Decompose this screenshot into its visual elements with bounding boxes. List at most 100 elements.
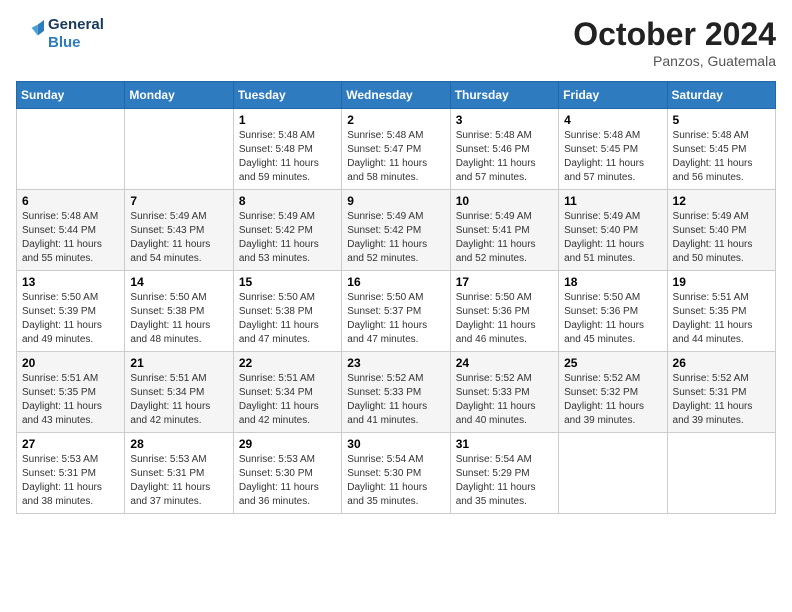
table-row: 5 Sunrise: 5:48 AM Sunset: 5:45 PM Daylig… [667,109,775,190]
day-number: 25 [564,356,661,370]
day-number: 12 [673,194,770,208]
day-info: Sunrise: 5:50 AM Sunset: 5:39 PM Dayligh… [22,291,119,347]
day-number: 15 [239,275,336,289]
day-info: Sunrise: 5:50 AM Sunset: 5:36 PM Dayligh… [564,291,661,347]
title-section: October 2024 Panzos, Guatemala [573,16,776,69]
day-number: 26 [673,356,770,370]
day-info: Sunrise: 5:48 AM Sunset: 5:44 PM Dayligh… [22,210,119,266]
day-number: 18 [564,275,661,289]
table-row: 1 Sunrise: 5:48 AM Sunset: 5:48 PM Daylig… [233,109,341,190]
day-info: Sunrise: 5:50 AM Sunset: 5:38 PM Dayligh… [130,291,227,347]
logo: General Blue [16,16,104,52]
table-row: 30 Sunrise: 5:54 AM Sunset: 5:30 PM Dayli… [342,433,450,514]
calendar-week-1: 1 Sunrise: 5:48 AM Sunset: 5:48 PM Daylig… [17,109,776,190]
header-friday: Friday [559,82,667,109]
table-row: 24 Sunrise: 5:52 AM Sunset: 5:33 PM Dayli… [450,352,558,433]
day-number: 19 [673,275,770,289]
day-info: Sunrise: 5:48 AM Sunset: 5:48 PM Dayligh… [239,129,336,185]
day-number: 13 [22,275,119,289]
calendar-week-4: 20 Sunrise: 5:51 AM Sunset: 5:35 PM Dayli… [17,352,776,433]
day-info: Sunrise: 5:54 AM Sunset: 5:30 PM Dayligh… [347,453,444,509]
table-row [125,109,233,190]
table-row: 29 Sunrise: 5:53 AM Sunset: 5:30 PM Dayli… [233,433,341,514]
header-thursday: Thursday [450,82,558,109]
day-info: Sunrise: 5:48 AM Sunset: 5:46 PM Dayligh… [456,129,553,185]
day-info: Sunrise: 5:53 AM Sunset: 5:31 PM Dayligh… [130,453,227,509]
header-monday: Monday [125,82,233,109]
day-info: Sunrise: 5:50 AM Sunset: 5:38 PM Dayligh… [239,291,336,347]
table-row: 18 Sunrise: 5:50 AM Sunset: 5:36 PM Dayli… [559,271,667,352]
day-number: 31 [456,437,553,451]
table-row [559,433,667,514]
table-row: 12 Sunrise: 5:49 AM Sunset: 5:40 PM Dayli… [667,190,775,271]
day-info: Sunrise: 5:48 AM Sunset: 5:45 PM Dayligh… [564,129,661,185]
day-number: 30 [347,437,444,451]
table-row: 25 Sunrise: 5:52 AM Sunset: 5:32 PM Dayli… [559,352,667,433]
table-row: 17 Sunrise: 5:50 AM Sunset: 5:36 PM Dayli… [450,271,558,352]
day-number: 5 [673,113,770,127]
calendar-week-3: 13 Sunrise: 5:50 AM Sunset: 5:39 PM Dayli… [17,271,776,352]
day-number: 16 [347,275,444,289]
day-info: Sunrise: 5:50 AM Sunset: 5:37 PM Dayligh… [347,291,444,347]
day-number: 3 [456,113,553,127]
location-subtitle: Panzos, Guatemala [573,53,776,69]
header-sunday: Sunday [17,82,125,109]
day-number: 21 [130,356,227,370]
day-number: 17 [456,275,553,289]
day-number: 7 [130,194,227,208]
header-wednesday: Wednesday [342,82,450,109]
table-row: 13 Sunrise: 5:50 AM Sunset: 5:39 PM Dayli… [17,271,125,352]
header-saturday: Saturday [667,82,775,109]
table-row: 26 Sunrise: 5:52 AM Sunset: 5:31 PM Dayli… [667,352,775,433]
day-info: Sunrise: 5:51 AM Sunset: 5:35 PM Dayligh… [22,372,119,428]
month-year-title: October 2024 [573,16,776,53]
day-number: 20 [22,356,119,370]
table-row: 23Sunrise: 5:52 AM Sunset: 5:33 PM Dayli… [342,352,450,433]
table-row: 8Sunrise: 5:49 AM Sunset: 5:42 PM Daylig… [233,190,341,271]
day-number: 1 [239,113,336,127]
table-row: 20 Sunrise: 5:51 AM Sunset: 5:35 PM Dayli… [17,352,125,433]
day-number: 4 [564,113,661,127]
day-info: Sunrise: 5:49 AM Sunset: 5:41 PM Dayligh… [456,210,553,266]
day-info: Sunrise: 5:50 AM Sunset: 5:36 PM Dayligh… [456,291,553,347]
day-info: Sunrise: 5:49 AM Sunset: 5:40 PM Dayligh… [673,210,770,266]
table-row: 16 Sunrise: 5:50 AM Sunset: 5:37 PM Dayli… [342,271,450,352]
logo-text: General Blue [48,16,104,52]
calendar-week-2: 6 Sunrise: 5:48 AM Sunset: 5:44 PM Daylig… [17,190,776,271]
table-row: 2 Sunrise: 5:48 AM Sunset: 5:47 PM Daylig… [342,109,450,190]
day-number: 28 [130,437,227,451]
day-info: Sunrise: 5:52 AM Sunset: 5:33 PM Dayligh… [456,372,553,428]
day-number: 8 [239,194,336,208]
day-info: Sunrise: 5:48 AM Sunset: 5:47 PM Dayligh… [347,129,444,185]
calendar-week-5: 27Sunrise: 5:53 AM Sunset: 5:31 PM Dayli… [17,433,776,514]
page-header: General Blue October 2024 Panzos, Guatem… [16,16,776,69]
day-info: Sunrise: 5:49 AM Sunset: 5:42 PM Dayligh… [347,210,444,266]
day-info: Sunrise: 5:48 AM Sunset: 5:45 PM Dayligh… [673,129,770,185]
table-row: 19Sunrise: 5:51 AM Sunset: 5:35 PM Dayli… [667,271,775,352]
day-number: 29 [239,437,336,451]
header-tuesday: Tuesday [233,82,341,109]
table-row: 22Sunrise: 5:51 AM Sunset: 5:34 PM Dayli… [233,352,341,433]
table-row: 11Sunrise: 5:49 AM Sunset: 5:40 PM Dayli… [559,190,667,271]
table-row: 27Sunrise: 5:53 AM Sunset: 5:31 PM Dayli… [17,433,125,514]
table-row: 14 Sunrise: 5:50 AM Sunset: 5:38 PM Dayli… [125,271,233,352]
table-row [17,109,125,190]
table-row: 6 Sunrise: 5:48 AM Sunset: 5:44 PM Daylig… [17,190,125,271]
table-row: 4 Sunrise: 5:48 AM Sunset: 5:45 PM Daylig… [559,109,667,190]
table-row: 21Sunrise: 5:51 AM Sunset: 5:34 PM Dayli… [125,352,233,433]
day-number: 10 [456,194,553,208]
day-info: Sunrise: 5:49 AM Sunset: 5:40 PM Dayligh… [564,210,661,266]
day-number: 22 [239,356,336,370]
day-info: Sunrise: 5:52 AM Sunset: 5:32 PM Dayligh… [564,372,661,428]
day-info: Sunrise: 5:53 AM Sunset: 5:30 PM Dayligh… [239,453,336,509]
day-info: Sunrise: 5:52 AM Sunset: 5:31 PM Dayligh… [673,372,770,428]
day-number: 2 [347,113,444,127]
calendar-table: Sunday Monday Tuesday Wednesday Thursday… [16,81,776,514]
table-row [667,433,775,514]
day-number: 14 [130,275,227,289]
day-number: 24 [456,356,553,370]
table-row: 3 Sunrise: 5:48 AM Sunset: 5:46 PM Daylig… [450,109,558,190]
table-row: 15 Sunrise: 5:50 AM Sunset: 5:38 PM Dayli… [233,271,341,352]
day-info: Sunrise: 5:52 AM Sunset: 5:33 PM Dayligh… [347,372,444,428]
day-number: 6 [22,194,119,208]
